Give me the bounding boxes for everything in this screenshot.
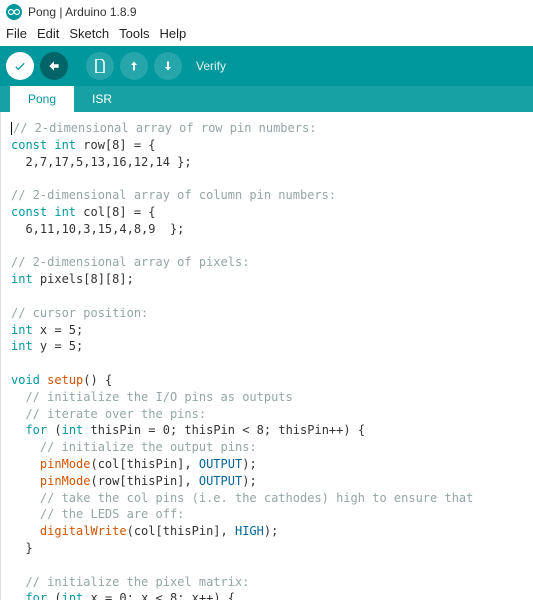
window-title: Pong | Arduino 1.8.9: [28, 5, 137, 19]
code-token: [11, 457, 40, 471]
code-token: );: [242, 457, 256, 471]
code-token: OUTPUT: [199, 474, 242, 488]
verify-button[interactable]: [6, 52, 34, 80]
code-token: digitalWrite: [40, 524, 127, 538]
menu-edit[interactable]: Edit: [37, 26, 59, 41]
code-token: thisPin = 0; thisPin < 8; thisPin++) {: [83, 423, 365, 437]
code-token: [11, 591, 25, 600]
code-token: OUTPUT: [199, 457, 242, 471]
code-token: for: [25, 591, 47, 600]
code-token: int: [11, 323, 33, 337]
upload-button[interactable]: [40, 52, 68, 80]
code-token: HIGH: [235, 524, 264, 538]
code-line: // initialize the I/O pins as outputs: [11, 390, 293, 404]
code-token: void: [11, 373, 40, 387]
title-bar: Pong | Arduino 1.8.9: [0, 0, 533, 24]
code-line: 6,11,10,3,15,4,8,9 };: [11, 222, 184, 236]
code-token: col[8] = {: [76, 205, 155, 219]
code-line: }: [11, 541, 33, 555]
code-token: pixels[8][8];: [33, 272, 134, 286]
code-token: pinMode: [40, 474, 91, 488]
code-token: int: [54, 205, 76, 219]
toolbar-status-label: Verify: [196, 59, 226, 73]
code-token: (: [47, 423, 61, 437]
text-cursor: [11, 122, 12, 135]
code-line: // 2-dimensional array of pixels:: [11, 255, 249, 269]
menu-tools[interactable]: Tools: [119, 26, 149, 41]
arduino-logo-icon: [6, 4, 22, 20]
code-line: 2,7,17,5,13,16,12,14 };: [11, 155, 192, 169]
save-button[interactable]: [154, 52, 182, 80]
code-token: setup: [47, 373, 83, 387]
toolbar: Verify: [0, 46, 533, 86]
code-token: y = 5;: [33, 339, 84, 353]
code-token: for: [25, 423, 47, 437]
code-token: int: [11, 339, 33, 353]
code-line: // initialize the pixel matrix:: [11, 575, 249, 589]
menu-file[interactable]: File: [6, 26, 27, 41]
code-line: // 2-dimensional array of row pin number…: [13, 121, 316, 135]
code-token: [11, 474, 40, 488]
code-token: (col[thisPin],: [127, 524, 235, 538]
code-token: (row[thisPin],: [90, 474, 198, 488]
tab-bar: Pong ISR: [0, 86, 533, 112]
menu-sketch[interactable]: Sketch: [69, 26, 109, 41]
code-token: int: [11, 272, 33, 286]
code-line: // the LEDS are off:: [11, 507, 184, 521]
code-token: int: [62, 591, 84, 600]
code-line: // take the col pins (i.e. the cathodes)…: [11, 491, 473, 505]
menu-bar: File Edit Sketch Tools Help: [0, 24, 533, 46]
code-token: int: [62, 423, 84, 437]
new-button[interactable]: [86, 52, 114, 80]
code-token: x = 5;: [33, 323, 84, 337]
code-token: const: [11, 205, 47, 219]
tab-pong[interactable]: Pong: [10, 86, 74, 112]
tab-isr[interactable]: ISR: [74, 86, 130, 112]
open-button[interactable]: [120, 52, 148, 80]
code-line: // initialize the output pins:: [11, 440, 257, 454]
code-token: (col[thisPin],: [90, 457, 198, 471]
code-token: [11, 423, 25, 437]
code-line: // iterate over the pins:: [11, 407, 206, 421]
code-token: pinMode: [40, 457, 91, 471]
code-editor[interactable]: // 2-dimensional array of row pin number…: [0, 112, 533, 600]
code-token: x = 0; x < 8; x++) {: [83, 591, 235, 600]
code-line: // cursor position:: [11, 306, 148, 320]
menu-help[interactable]: Help: [159, 26, 186, 41]
code-token: [11, 524, 40, 538]
code-token: (: [47, 591, 61, 600]
code-line: // 2-dimensional array of column pin num…: [11, 188, 336, 202]
code-token: );: [264, 524, 278, 538]
code-token: row[8] = {: [76, 138, 155, 152]
code-token: int: [54, 138, 76, 152]
code-token: const: [11, 138, 47, 152]
code-token: );: [242, 474, 256, 488]
code-token: () {: [83, 373, 112, 387]
